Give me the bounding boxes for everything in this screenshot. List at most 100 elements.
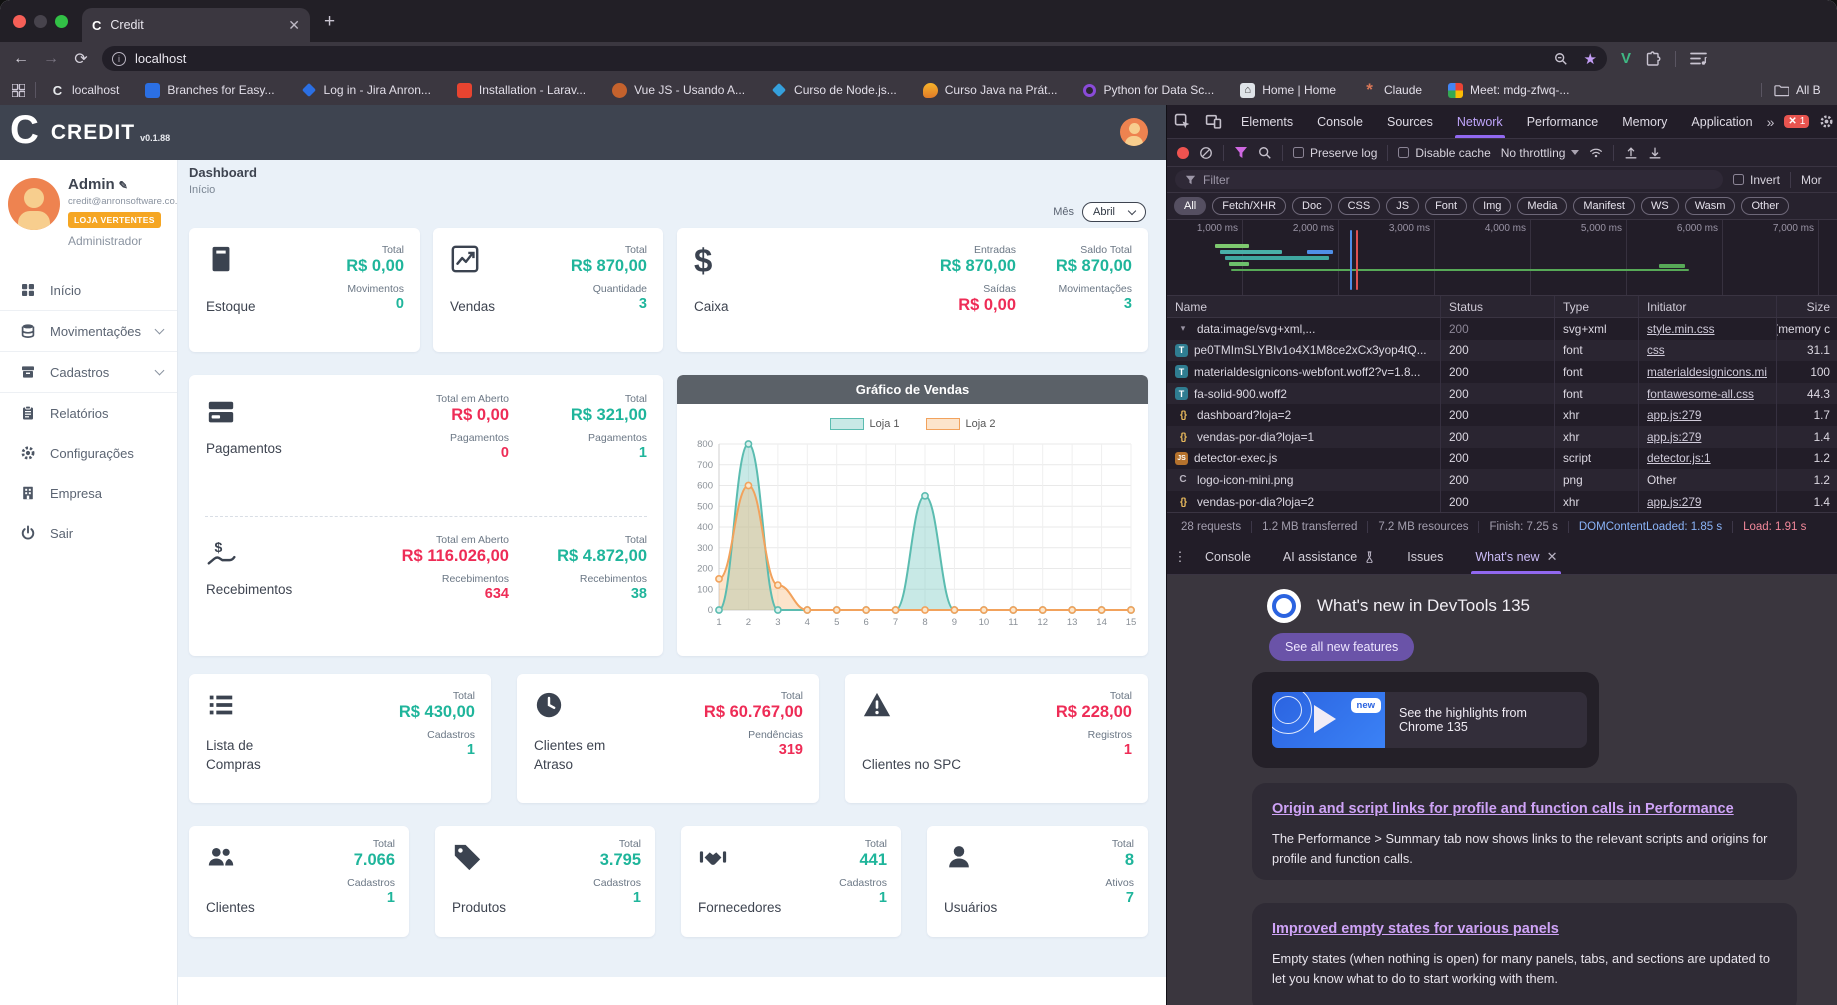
record-network-log-button[interactable] <box>1177 146 1189 159</box>
card-estoque[interactable]: Estoque Total R$ 0,00 Movimentos 0 <box>189 228 420 352</box>
card-vendas[interactable]: Vendas Total R$ 870,00 Quantidade 3 <box>433 228 663 352</box>
request-type-pill[interactable]: JS <box>1386 197 1420 215</box>
bookmark-item[interactable]: C localhost <box>50 83 120 98</box>
bookmark-item[interactable]: Branches for Easy... <box>145 82 275 98</box>
forward-button[interactable]: → <box>36 50 66 68</box>
filter-funnel-icon[interactable] <box>1234 146 1248 159</box>
vue-devtools-icon[interactable]: V <box>1621 50 1631 67</box>
bookmark-item[interactable]: Vue JS - Usando A... <box>612 82 745 98</box>
reload-button[interactable]: ⟳ <box>66 49 96 69</box>
drawer-menu-icon[interactable]: ⋮ <box>1171 550 1189 563</box>
bookmark-item[interactable]: Curso de Node.js... <box>771 82 897 98</box>
devtools-tab[interactable]: Network <box>1445 105 1515 138</box>
request-type-pill[interactable]: Manifest <box>1573 197 1635 215</box>
bookmark-item[interactable]: Python for Data Sc... <box>1083 83 1214 97</box>
sidebar-item-movimentacoes[interactable]: Movimentações <box>0 311 177 351</box>
new-tab-button[interactable]: + <box>324 11 335 33</box>
import-har-icon[interactable] <box>1624 146 1638 160</box>
initiator-link[interactable]: app.js:279 <box>1647 430 1701 444</box>
video-thumbnail[interactable]: new <box>1272 692 1385 748</box>
invert-filter-checkbox[interactable]: Invert <box>1733 173 1780 187</box>
site-info-icon[interactable]: i <box>112 51 126 66</box>
sidebar-item-relatorios[interactable]: Relatórios <box>0 393 177 433</box>
column-header-status[interactable]: Status <box>1441 296 1555 317</box>
network-request-row[interactable]: C logo-icon-mini.png 200 png Other 1.2 <box>1167 469 1837 491</box>
devtools-tab[interactable]: Performance <box>1515 105 1611 138</box>
highlight-video-card[interactable]: new See the highlights from Chrome 135 <box>1252 672 1599 768</box>
drawer-tab[interactable]: Console ✕ <box>1189 540 1267 574</box>
network-conditions-icon[interactable] <box>1589 146 1603 160</box>
bookmark-item[interactable]: Installation - Larav... <box>456 82 586 98</box>
legend-item-loja1[interactable]: Loja 1 <box>829 418 900 430</box>
bookmark-item[interactable]: ⌂ Home | Home <box>1240 82 1336 98</box>
close-icon[interactable]: ✕ <box>1547 549 1558 565</box>
inspect-element-icon[interactable] <box>1174 113 1191 130</box>
see-all-features-button[interactable]: See all new features <box>1269 633 1415 661</box>
initiator-link[interactable]: app.js:279 <box>1647 408 1701 422</box>
devtools-tab[interactable]: Application <box>1679 105 1764 138</box>
browser-tab[interactable]: C Credit ✕ <box>82 8 310 42</box>
card-clientes-atraso[interactable]: Clientes em Atraso Total R$ 60.767,00 Pe… <box>517 674 819 803</box>
close-window-button[interactable] <box>13 14 26 28</box>
address-bar[interactable]: i localhost ★ <box>102 46 1607 71</box>
devtools-tab[interactable]: Memory <box>1610 105 1679 138</box>
feature-link[interactable]: Origin and script links for profile and … <box>1272 801 1734 817</box>
error-count-badge[interactable]: ✕ 1 <box>1784 115 1810 128</box>
export-har-icon[interactable] <box>1648 146 1662 160</box>
legend-item-loja2[interactable]: Loja 2 <box>925 418 995 430</box>
disable-cache-checkbox[interactable]: Disable cache <box>1398 146 1491 160</box>
network-request-row[interactable]: {} vendas-por-dia?loja=1 200 xhr app.js:… <box>1167 425 1837 448</box>
throttling-select[interactable]: No throttling <box>1501 146 1580 160</box>
initiator-link[interactable]: style.min.css <box>1647 322 1715 336</box>
initiator-link[interactable]: Other <box>1647 473 1677 487</box>
initiator-link[interactable]: materialdesignicons.mi <box>1647 365 1767 379</box>
preserve-log-checkbox[interactable]: Preserve log <box>1293 146 1377 160</box>
bookmark-item[interactable]: Curso Java na Prát... <box>922 82 1057 98</box>
month-select[interactable]: Abril <box>1081 202 1146 222</box>
card-produtos[interactable]: Produtos Total 3.795 Cadastros 1 <box>435 826 655 937</box>
devtools-tab[interactable]: Elements <box>1229 105 1305 138</box>
card-caixa[interactable]: $ Caixa Entradas R$ 870,00 Saídas R$ 0,0… <box>677 228 1148 352</box>
initiator-link[interactable]: css <box>1647 343 1665 357</box>
network-request-row[interactable]: {} dashboard?loja=2 200 xhr app.js:279 1… <box>1167 404 1837 426</box>
request-type-pill[interactable]: Img <box>1473 197 1512 215</box>
column-header-type[interactable]: Type <box>1555 296 1639 317</box>
bookmark-star-icon[interactable]: ★ <box>1584 50 1597 68</box>
initiator-link[interactable]: app.js:279 <box>1647 495 1701 509</box>
network-request-row[interactable]: T materialdesignicons-webfont.woff2?v=1.… <box>1167 361 1837 383</box>
column-header-size[interactable]: Size <box>1777 296 1837 317</box>
browser-menu-icon[interactable] <box>1690 51 1707 66</box>
device-toolbar-icon[interactable] <box>1205 113 1222 130</box>
network-request-row[interactable]: {} vendas-por-dia?loja=2 200 xhr app.js:… <box>1167 490 1837 513</box>
bookmark-item[interactable]: * Claude <box>1362 83 1422 98</box>
drawer-tab[interactable]: What's new ✕ <box>1459 540 1573 574</box>
card-pagamentos-recebimentos[interactable]: Pagamentos Total em Aberto R$ 0,00 Pagam… <box>189 375 663 656</box>
apps-grid-icon[interactable] <box>12 83 25 97</box>
card-clientes-spc[interactable]: Clientes no SPC Total R$ 228,00 Registro… <box>845 674 1148 803</box>
all-bookmarks-folder[interactable]: All B <box>1761 83 1831 97</box>
network-overview-timeline[interactable]: 1,000 ms 2,000 ms 3,000 ms 4,000 ms 5,000 ms… <box>1167 220 1837 296</box>
clear-network-log-icon[interactable] <box>1199 146 1213 160</box>
card-clientes[interactable]: Clientes Total 7.066 Cadastros 1 <box>189 826 409 937</box>
sidebar-item-configuracoes[interactable]: Configurações <box>0 433 177 473</box>
column-header-initiator[interactable]: Initiator <box>1639 296 1777 317</box>
request-type-pill[interactable]: Font <box>1425 197 1468 215</box>
card-fornecedores[interactable]: Fornecedores Total 441 Cadastros 1 <box>681 826 901 937</box>
request-type-pill[interactable]: Doc <box>1292 197 1332 215</box>
initiator-link[interactable]: detector.js:1 <box>1647 451 1711 465</box>
drawer-tab[interactable]: AI assistance ✕ <box>1267 540 1391 574</box>
devtools-settings-icon[interactable] <box>1819 114 1834 129</box>
devtools-tab[interactable]: Console <box>1305 105 1375 138</box>
sidebar-item-empresa[interactable]: Empresa <box>0 473 177 513</box>
header-avatar[interactable] <box>1120 118 1148 146</box>
more-filters-label[interactable]: Mor <box>1801 173 1822 187</box>
request-type-pill[interactable]: CSS <box>1337 197 1381 215</box>
request-type-pill[interactable]: Media <box>1517 197 1568 215</box>
column-header-name[interactable]: Name <box>1167 296 1441 317</box>
drawer-tab[interactable]: Issues ✕ <box>1391 540 1459 574</box>
bookmark-item[interactable]: Meet: mdg-zfwq-... <box>1448 82 1569 98</box>
feature-link[interactable]: Improved empty states for various panels <box>1272 921 1559 937</box>
bookmark-item[interactable]: Log in - Jira Anron... <box>301 82 431 98</box>
network-request-row[interactable]: JS detector-exec.js 200 script detector.… <box>1167 447 1837 470</box>
request-type-pill[interactable]: All <box>1174 197 1207 215</box>
